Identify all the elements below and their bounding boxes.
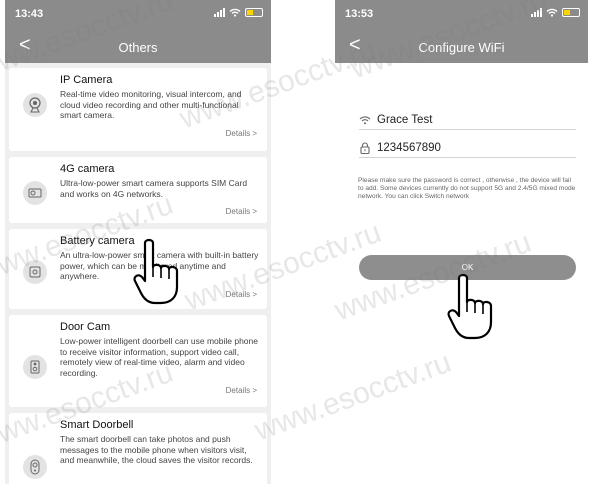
nav-bar: < Others bbox=[5, 30, 271, 63]
lock-icon bbox=[359, 141, 371, 154]
ip-camera-icon bbox=[23, 93, 47, 117]
device-name: 4G camera bbox=[60, 163, 115, 175]
doorbell-icon bbox=[23, 455, 47, 479]
ssid-field[interactable]: Grace Test bbox=[359, 110, 576, 130]
configure-wifi-screen: 13:53 < Configure WiFi Grace Test 123456… bbox=[335, 0, 588, 484]
4g-camera-icon bbox=[23, 181, 47, 205]
nav-bar: < Configure WiFi bbox=[335, 30, 588, 63]
ssid-value: Grace Test bbox=[377, 113, 433, 126]
battery-icon bbox=[245, 8, 263, 17]
details-link[interactable]: Details > bbox=[60, 129, 259, 138]
signal-icon bbox=[531, 8, 542, 17]
status-time: 13:43 bbox=[15, 8, 44, 20]
signal-icon bbox=[214, 8, 225, 17]
password-field[interactable]: 1234567890 bbox=[359, 138, 576, 158]
device-card-smart-doorbell[interactable]: Smart Doorbell The smart doorbell can ta… bbox=[9, 413, 267, 484]
details-link[interactable]: Details > bbox=[60, 207, 259, 216]
device-name: IP Camera bbox=[60, 74, 113, 86]
device-card-4g-camera[interactable]: 4G camera Ultra-low-power smart camera s… bbox=[9, 157, 267, 223]
device-description: Ultra-low-power smart camera supports SI… bbox=[60, 178, 248, 199]
device-name: Door Cam bbox=[60, 321, 111, 333]
pointing-hand-icon bbox=[133, 238, 179, 305]
password-hint: Please make sure the password is correct… bbox=[358, 177, 576, 201]
page-title: Others bbox=[118, 40, 158, 55]
status-bar: 13:43 bbox=[5, 0, 271, 30]
password-value: 1234567890 bbox=[377, 141, 441, 154]
status-bar: 13:53 bbox=[335, 0, 588, 30]
device-description: The smart doorbell can take photos and p… bbox=[60, 434, 253, 465]
device-name: Smart Doorbell bbox=[60, 419, 134, 431]
battery-camera-icon bbox=[23, 260, 47, 284]
device-card-ip-camera[interactable]: IP Camera Real-time video monitoring, vi… bbox=[9, 68, 267, 151]
device-description: Real-time video monitoring, visual inter… bbox=[60, 89, 242, 120]
wifi-form: Grace Test 1234567890 bbox=[359, 110, 576, 166]
battery-icon bbox=[562, 8, 580, 17]
page-title: Configure WiFi bbox=[418, 40, 505, 55]
wifi-status-icon bbox=[546, 8, 558, 17]
pointing-hand-icon bbox=[447, 273, 493, 340]
status-time: 13:53 bbox=[345, 8, 374, 20]
door-cam-icon bbox=[23, 355, 47, 379]
wifi-icon bbox=[359, 114, 371, 126]
device-description: Low-power intelligent doorbell can use m… bbox=[60, 336, 258, 378]
device-card-door-cam[interactable]: Door Cam Low-power intelligent doorbell … bbox=[9, 315, 267, 407]
details-link[interactable]: Details > bbox=[60, 386, 259, 395]
wifi-status-icon bbox=[229, 8, 241, 17]
